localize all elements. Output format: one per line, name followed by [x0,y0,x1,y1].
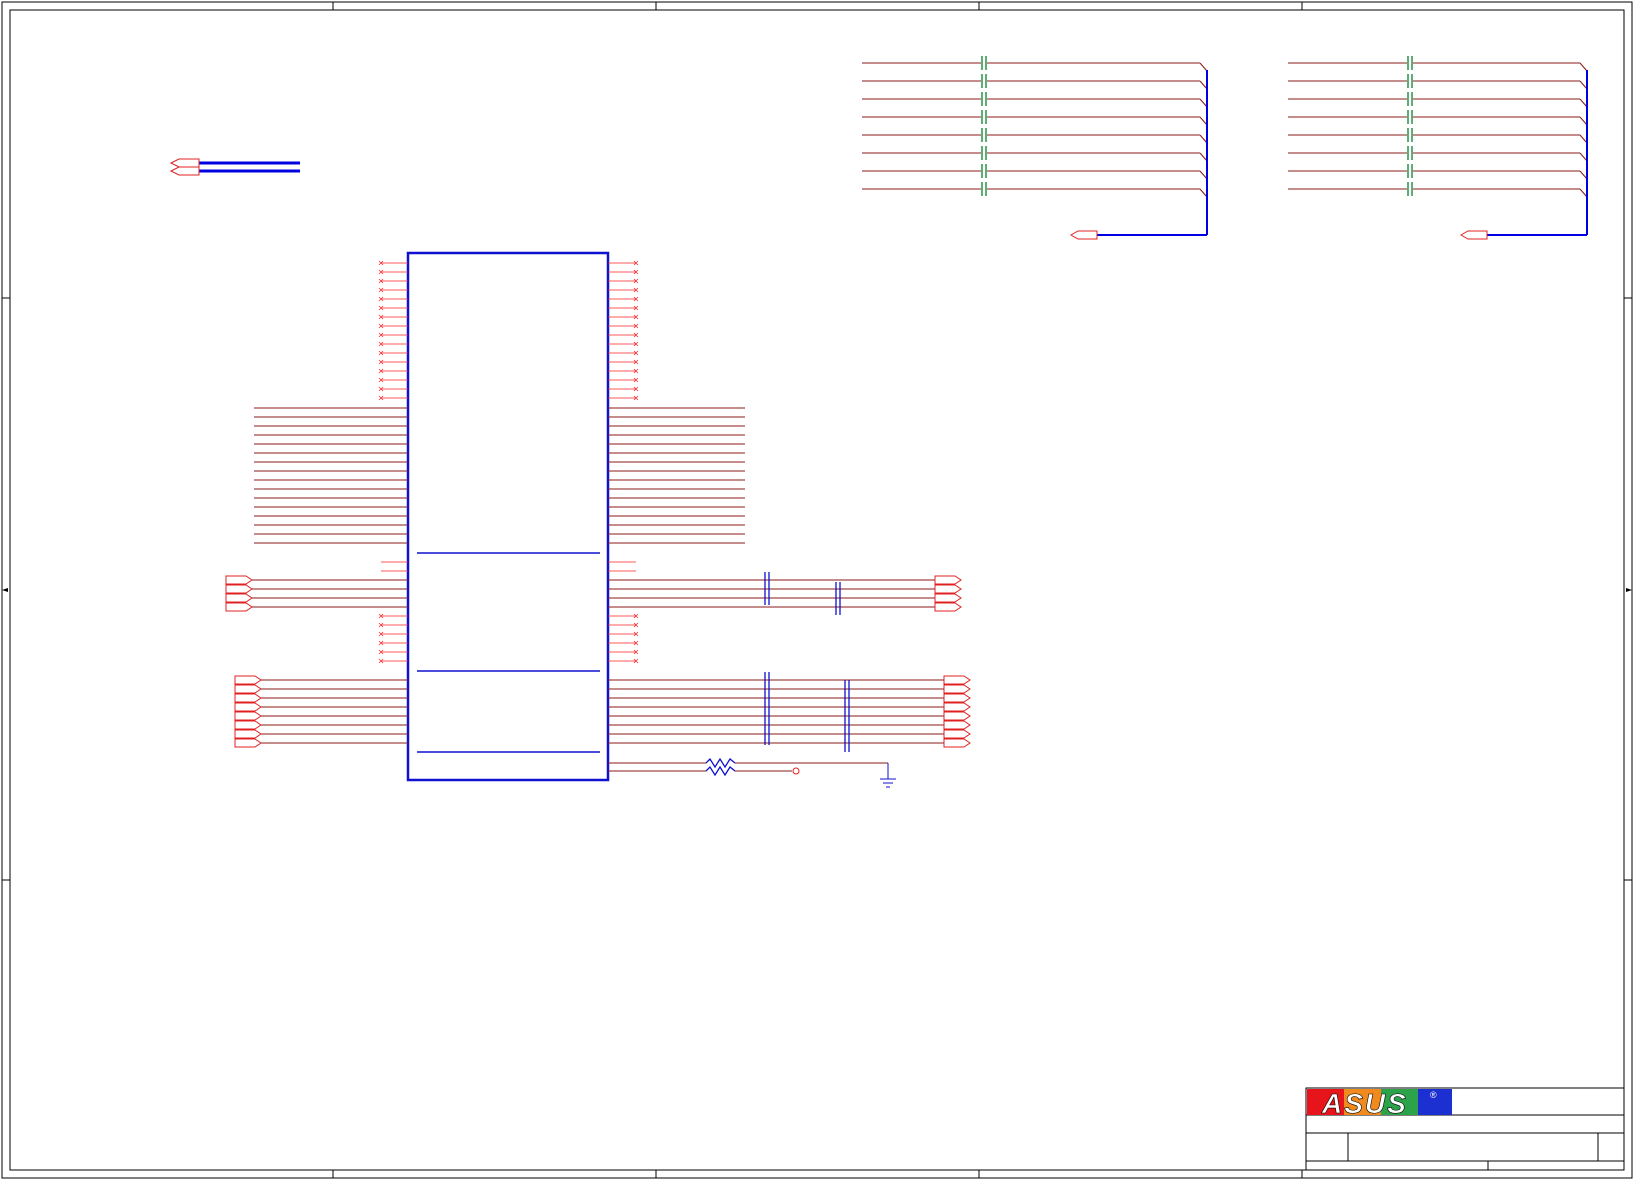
net-wire [1199,152,1208,162]
off-page-connector [943,711,971,721]
off-page-connector [225,602,253,612]
net-wire [1199,80,1208,90]
off-page-connector [225,575,253,585]
off-page-connector [234,675,262,685]
off-page-connector [943,693,971,703]
off-page-connector [943,675,971,685]
net-wire [1579,134,1588,144]
net-wire [1579,188,1588,198]
right-output-nets [608,572,971,752]
off-page-connector [943,729,971,739]
off-page-connector [934,584,962,594]
off-page-connector [934,593,962,603]
net-wire [1579,80,1588,90]
net-wire [1579,98,1588,108]
main-ic [406,251,610,782]
ic-pins [254,260,745,664]
off-page-connector [234,729,262,739]
net-wire [1579,116,1588,126]
off-page-connector [225,593,253,603]
net-wire [1579,170,1588,180]
net-wire [1199,188,1208,198]
capacitor-array-right [1288,56,1588,240]
off-page-connector [225,584,253,594]
capacitor-array-left [862,56,1208,240]
net-wire [1199,98,1208,108]
top-left-bus [169,158,300,176]
title-block: ASUS ® [1305,1087,1625,1171]
net-wire [1199,134,1208,144]
net-wire [1579,152,1588,162]
resistor-ground-net [608,757,896,788]
off-page-connector [234,702,262,712]
off-page-connector [943,720,971,730]
off-page-connector [234,738,262,748]
off-page-connector [234,684,262,694]
off-page-connector [234,711,262,721]
off-page-connector [169,158,200,168]
off-page-connector [169,166,200,176]
ground-icon [880,778,896,788]
off-page-connector [943,684,971,694]
off-page-connector [943,702,971,712]
off-page-connector [934,602,962,612]
sheet-frame [1,1,1633,1179]
off-page-connector [1069,230,1098,240]
registered-mark: ® [1430,1090,1437,1100]
net-wire [1199,170,1208,180]
net-wire [1199,62,1208,72]
off-page-connector [943,738,971,748]
net-wire [1199,116,1208,126]
off-page-connector [234,720,262,730]
test-point [792,767,800,775]
net-wire [1579,62,1588,72]
off-page-connector [234,693,262,703]
resistor-symbol [705,757,736,769]
off-page-connector [1459,230,1488,240]
schematic-canvas: ASUS ® [1,1,1633,1179]
logo-wordmark: ASUS [1321,1088,1408,1119]
off-page-connector [934,575,962,585]
asus-logo: ASUS ® [1307,1088,1452,1119]
